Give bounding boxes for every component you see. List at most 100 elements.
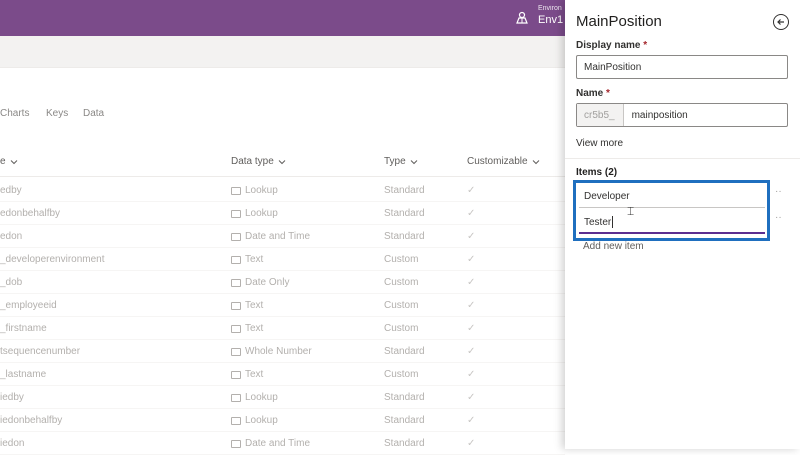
table-row[interactable]: _lastname Text Custom ✓: [0, 363, 565, 386]
chevron-down-icon: [410, 159, 418, 164]
row-name: _firstname: [0, 323, 47, 334]
column-header-customizable[interactable]: Customizable: [467, 156, 540, 167]
display-name-field[interactable]: MainPosition: [576, 55, 788, 79]
environment-name: Env1: [538, 14, 564, 26]
chevron-down-icon: [278, 159, 286, 164]
row-type: Standard: [384, 438, 425, 449]
row-data-type-label: Date Only: [245, 277, 290, 288]
name-field[interactable]: cr5b5_ mainposition: [576, 103, 788, 127]
row-name: edby: [0, 185, 22, 196]
chevron-down-icon: [10, 159, 17, 164]
row-data-type: Lookup: [231, 392, 278, 403]
checkmark-icon: ✓: [467, 277, 476, 288]
column-header-data-type[interactable]: Data type: [231, 156, 286, 167]
row-type: Custom: [384, 254, 419, 265]
column-header-name-label: e: [0, 156, 6, 167]
checkmark-icon: ✓: [467, 185, 476, 196]
table-row[interactable]: edby Lookup Standard ✓: [0, 179, 565, 202]
row-data-type-label: Lookup: [245, 208, 278, 219]
name-value: mainposition: [631, 109, 688, 121]
display-name-label: Display name *: [576, 40, 647, 51]
row-data-type: Date and Time: [231, 231, 310, 242]
items-highlight-box: Developer Tester: [573, 180, 770, 241]
tab-keys[interactable]: Keys: [46, 108, 68, 119]
name-label: Name *: [576, 88, 610, 99]
data-type-icon: [231, 255, 241, 264]
row-data-type-label: Date and Time: [245, 438, 311, 449]
table-row[interactable]: edonbehalfby Lookup Standard ✓: [0, 202, 565, 225]
table-row[interactable]: _dob Date Only Custom ✓: [0, 271, 565, 294]
table-row[interactable]: edon Date and Time Standard ✓: [0, 225, 565, 248]
row-data-type: Whole Number: [231, 346, 312, 357]
row-type: Standard: [384, 346, 425, 357]
arrow-left-icon: [777, 19, 784, 25]
row-data-type-label: Text: [245, 323, 264, 334]
data-type-icon: [231, 324, 241, 333]
row-name: edonbehalfby: [0, 208, 61, 219]
row-data-type: Lookup: [231, 415, 278, 426]
row-data-type: Date and Time: [231, 438, 310, 449]
data-type-icon: [231, 439, 241, 448]
environment-picker[interactable]: Environ Env1: [538, 5, 563, 26]
environment-icon[interactable]: [514, 10, 530, 26]
data-type-icon: [231, 232, 241, 241]
column-header-customizable-label: Customizable: [467, 156, 528, 167]
command-bar: [0, 36, 565, 68]
row-type: Standard: [384, 208, 425, 219]
view-more-link[interactable]: View more: [576, 138, 623, 149]
table-row[interactable]: tsequencenumber Whole Number Standard ✓: [0, 340, 565, 363]
row-type: Custom: [384, 300, 419, 311]
item-field-developer[interactable]: Developer: [579, 186, 765, 208]
more-options-icon[interactable]: ··: [775, 212, 782, 223]
row-data-type-label: Lookup: [245, 392, 278, 403]
environment-label: Environ: [538, 5, 562, 12]
row-name: _employeeid: [0, 300, 57, 311]
row-name: _lastname: [0, 369, 47, 380]
row-data-type: Text: [231, 300, 263, 311]
table-row[interactable]: iedby Lookup Standard ✓: [0, 386, 565, 409]
tab-charts[interactable]: Charts: [0, 108, 29, 119]
more-options-icon[interactable]: ··: [775, 186, 782, 197]
row-data-type: Text: [231, 369, 263, 380]
table-row[interactable]: _developerenvironment Text Custom ✓: [0, 248, 565, 271]
required-marker: *: [606, 88, 610, 99]
row-name: _dob: [0, 277, 23, 288]
table-row[interactable]: iedonbehalfby Lookup Standard ✓: [0, 409, 565, 432]
row-data-type-label: Whole Number: [245, 346, 312, 357]
row-type: Custom: [384, 369, 419, 380]
row-data-type-label: Lookup: [245, 415, 278, 426]
row-data-type: Date Only: [231, 277, 289, 288]
item-field-tester[interactable]: Tester: [579, 212, 765, 234]
row-type: Custom: [384, 323, 419, 334]
row-data-type: Lookup: [231, 185, 278, 196]
name-prefix: cr5b5_: [577, 104, 624, 126]
add-new-item-link[interactable]: Add new item: [583, 241, 644, 252]
text-caret: [612, 216, 614, 228]
data-type-icon: [231, 370, 241, 379]
checkmark-icon: ✓: [467, 323, 476, 334]
data-type-icon: [231, 278, 241, 287]
table-row[interactable]: iedon Date and Time Standard ✓: [0, 432, 565, 455]
checkmark-icon: ✓: [467, 346, 476, 357]
header-divider: [0, 176, 565, 177]
data-type-icon: [231, 301, 241, 310]
data-type-icon: [231, 393, 241, 402]
row-data-type: Text: [231, 323, 263, 334]
display-name-label-text: Display name: [576, 40, 641, 51]
row-data-type-label: Text: [245, 300, 264, 311]
column-header-name[interactable]: e: [0, 156, 18, 167]
column-header-type-label: Type: [384, 156, 406, 167]
tab-data[interactable]: Data: [83, 108, 104, 119]
table-row[interactable]: _firstname Text Custom ✓: [0, 317, 565, 340]
data-type-icon: [231, 186, 241, 195]
panel-divider: [565, 158, 800, 159]
back-button[interactable]: [773, 14, 789, 30]
row-data-type: Text: [231, 254, 263, 265]
row-data-type-label: Date and Time: [245, 231, 311, 242]
table-row[interactable]: _employeeid Text Custom ✓: [0, 294, 565, 317]
row-name: _developerenvironment: [0, 254, 105, 265]
chevron-down-icon: [532, 159, 539, 164]
column-header-type[interactable]: Type: [384, 156, 418, 167]
checkmark-icon: ✓: [467, 438, 476, 449]
row-type: Standard: [384, 392, 425, 403]
